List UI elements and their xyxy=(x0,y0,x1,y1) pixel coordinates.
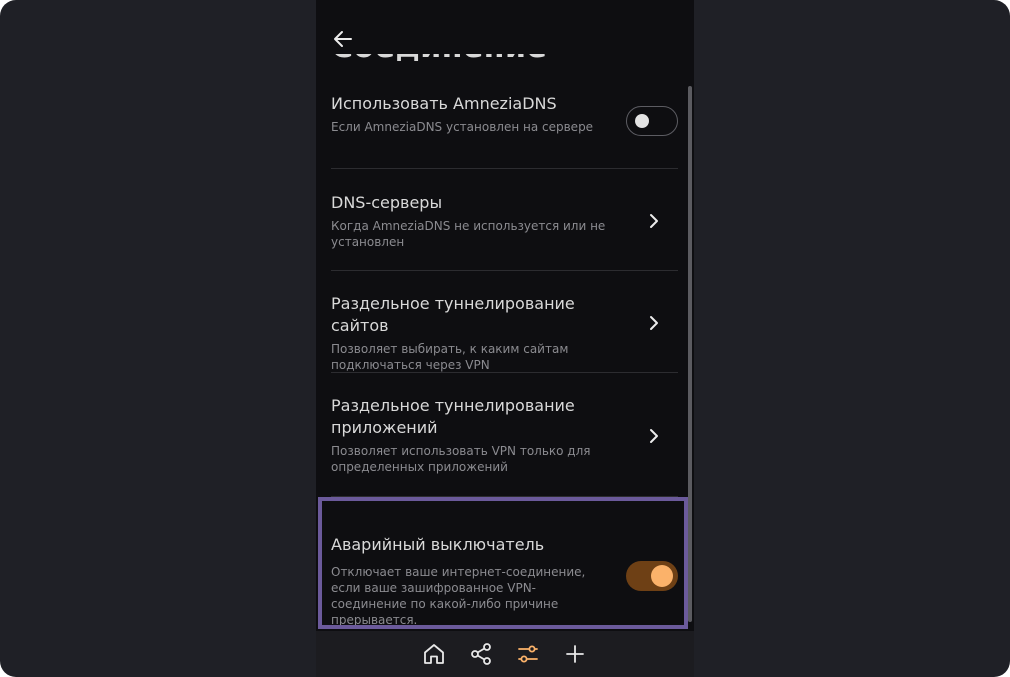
home-icon xyxy=(424,644,444,664)
setting-description: Отключает ваше интернет-соединение, если… xyxy=(331,565,586,627)
chevron-right-icon xyxy=(650,429,658,443)
arrow-left-icon xyxy=(334,31,352,47)
nav-home-button[interactable] xyxy=(422,642,446,666)
nav-share-button[interactable] xyxy=(469,642,493,666)
setting-dns-servers[interactable]: DNS-серверы Когда AmneziaDNS не использу… xyxy=(316,169,678,271)
amnezia-dns-toggle[interactable] xyxy=(626,106,678,136)
setting-app-split-tunneling[interactable]: Раздельное туннелирование приложений Поз… xyxy=(316,373,678,497)
share-icon xyxy=(471,643,491,665)
settings-sliders-icon xyxy=(518,645,538,663)
setting-description: Когда AmneziaDNS не используется или не … xyxy=(331,219,606,249)
toggle-knob xyxy=(635,114,649,128)
setting-title: Раздельное туннелирование приложений xyxy=(331,396,575,437)
bottom-navigation xyxy=(316,631,694,677)
chevron-right-icon xyxy=(650,214,658,228)
setting-title: DNS-серверы xyxy=(331,193,443,212)
setting-description: Позволяет использовать VPN только для оп… xyxy=(331,444,591,474)
nav-add-button[interactable] xyxy=(563,642,587,666)
setting-site-split-tunneling[interactable]: Раздельное туннелирование сайтов Позволя… xyxy=(316,271,678,373)
setting-title: Аварийный выключатель xyxy=(331,535,545,554)
page-title: Соединение xyxy=(331,30,548,65)
setting-amnezia-dns: Использовать AmneziaDNS Если AmneziaDNS … xyxy=(316,84,678,169)
setting-description: Позволяет выбирать, к каким сайтам подкл… xyxy=(331,342,569,372)
settings-screen: Соединение Использовать AmneziaDNS Если … xyxy=(316,0,694,677)
nav-settings-button[interactable] xyxy=(516,642,540,666)
kill-switch-toggle[interactable] xyxy=(626,561,678,591)
back-button[interactable] xyxy=(330,26,356,52)
plus-icon xyxy=(566,645,584,663)
scrollbar[interactable] xyxy=(688,86,692,622)
app-window: Соединение Использовать AmneziaDNS Если … xyxy=(0,0,1010,677)
setting-title: Раздельное туннелирование сайтов xyxy=(331,294,575,335)
chevron-right-icon xyxy=(650,316,658,330)
toggle-knob xyxy=(651,565,673,587)
settings-list: Использовать AmneziaDNS Если AmneziaDNS … xyxy=(316,84,694,627)
setting-kill-switch: Аварийный выключатель Отключает ваше инт… xyxy=(316,497,678,627)
setting-title: Использовать AmneziaDNS xyxy=(331,94,557,113)
setting-description: Если AmneziaDNS установлен на сервере xyxy=(331,120,594,134)
